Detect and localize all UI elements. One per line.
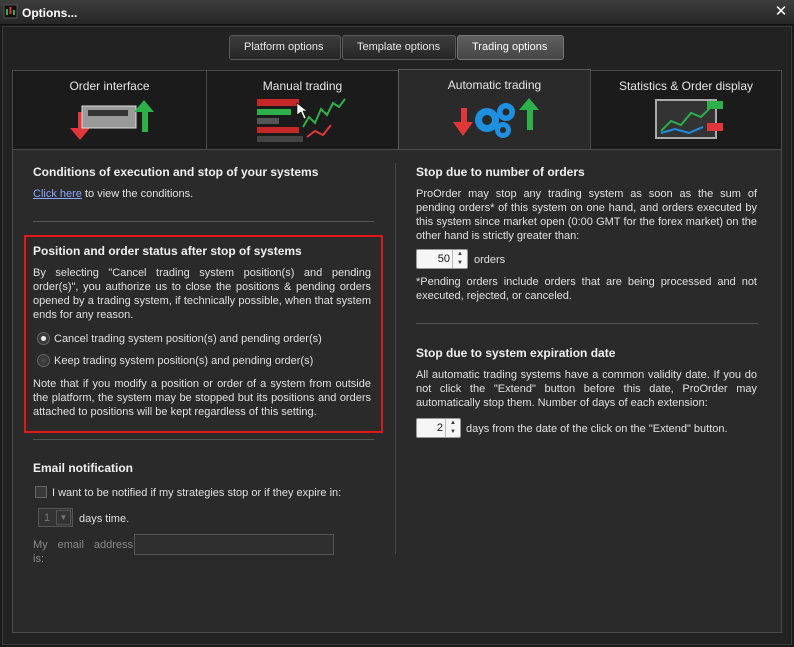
conditions-text: Click here to view the conditions. [33,187,378,201]
card-order-interface[interactable]: Order interface [12,70,207,149]
max-orders-stepper[interactable]: 50 ▲ ▼ [416,249,468,269]
increment-icon[interactable]: ▲ [446,419,460,428]
days-value: 1 [44,512,51,524]
cancel-positions-radio[interactable] [37,332,50,345]
increment-icon[interactable]: ▲ [453,250,467,259]
tab-template-options[interactable]: Template options [342,35,456,60]
extension-days-label: days from the date of the click on the "… [466,423,728,435]
title-bar: Options... ✕ [0,0,794,25]
card-label: Order interface [69,79,150,93]
orders-unit-label: orders [474,254,506,266]
window-title: Options... [22,6,78,20]
automatic-trading-icon [453,98,539,138]
chevron-down-icon: ▼ [56,510,71,525]
orders-description: ProOrder may stop any trading system as … [416,188,757,242]
email-address-label: My email address is: [33,539,133,565]
notify-label: I want to be notified if my strategies s… [52,487,342,499]
card-label: Automatic trading [447,78,542,92]
keep-positions-label: Keep trading system position(s) and pend… [54,355,314,367]
close-button[interactable]: ✕ [772,2,790,22]
decrement-icon[interactable]: ▼ [453,259,467,268]
conditions-link-suffix: to view the conditions. [81,188,194,200]
options-category-tabs: Platform options Template options Tradin… [229,35,565,60]
card-automatic-trading[interactable]: Automatic trading [398,69,591,150]
decrement-icon[interactable]: ▼ [446,428,460,437]
position-status-description: By selecting "Cancel trading system posi… [33,267,371,321]
app-logo-icon [3,4,18,19]
statistics-chart-icon [655,99,723,139]
expiration-heading: Stop due to system expiration date [416,346,616,360]
keep-positions-radio[interactable] [37,354,50,367]
max-orders-value: 50 [437,253,450,265]
manual-trading-icon [257,98,346,142]
expiration-description: All automatic trading systems have a com… [416,369,757,409]
card-label: Statistics & Order display [618,79,754,93]
days-label: days time. [79,513,130,525]
trading-sections: Order interface Manual trading Automatic… [12,69,782,150]
days-select[interactable]: 1 ▼ [38,508,73,527]
card-statistics-order-display[interactable]: Statistics & Order display [590,70,782,149]
position-status-note: Note that if you modify a position or or… [33,378,371,418]
conditions-heading: Conditions of execution and stop of your… [33,165,319,179]
email-address-input[interactable] [134,534,334,555]
column-divider [395,163,396,554]
divider [33,439,374,440]
stepper-arrows: ▲ ▼ [445,419,460,437]
divider [33,221,374,222]
orders-heading: Stop due to number of orders [416,165,585,179]
extension-days-stepper[interactable]: 2 ▲ ▼ [416,418,461,438]
tab-trading-options[interactable]: Trading options [457,35,564,60]
notify-checkbox[interactable] [35,486,47,498]
card-manual-trading[interactable]: Manual trading [206,70,399,149]
stepper-arrows: ▲ ▼ [452,250,467,268]
conditions-link[interactable]: Click here [33,188,82,200]
card-label: Manual trading [262,79,343,93]
order-interface-icon [70,100,154,140]
position-status-heading: Position and order status after stop of … [33,244,302,258]
cancel-positions-label: Cancel trading system position(s) and pe… [54,333,322,345]
tab-platform-options[interactable]: Platform options [229,35,341,60]
divider [416,323,758,324]
email-heading: Email notification [33,461,134,475]
extension-days-value: 2 [436,422,443,434]
orders-footnote: *Pending orders include orders that are … [416,276,757,302]
